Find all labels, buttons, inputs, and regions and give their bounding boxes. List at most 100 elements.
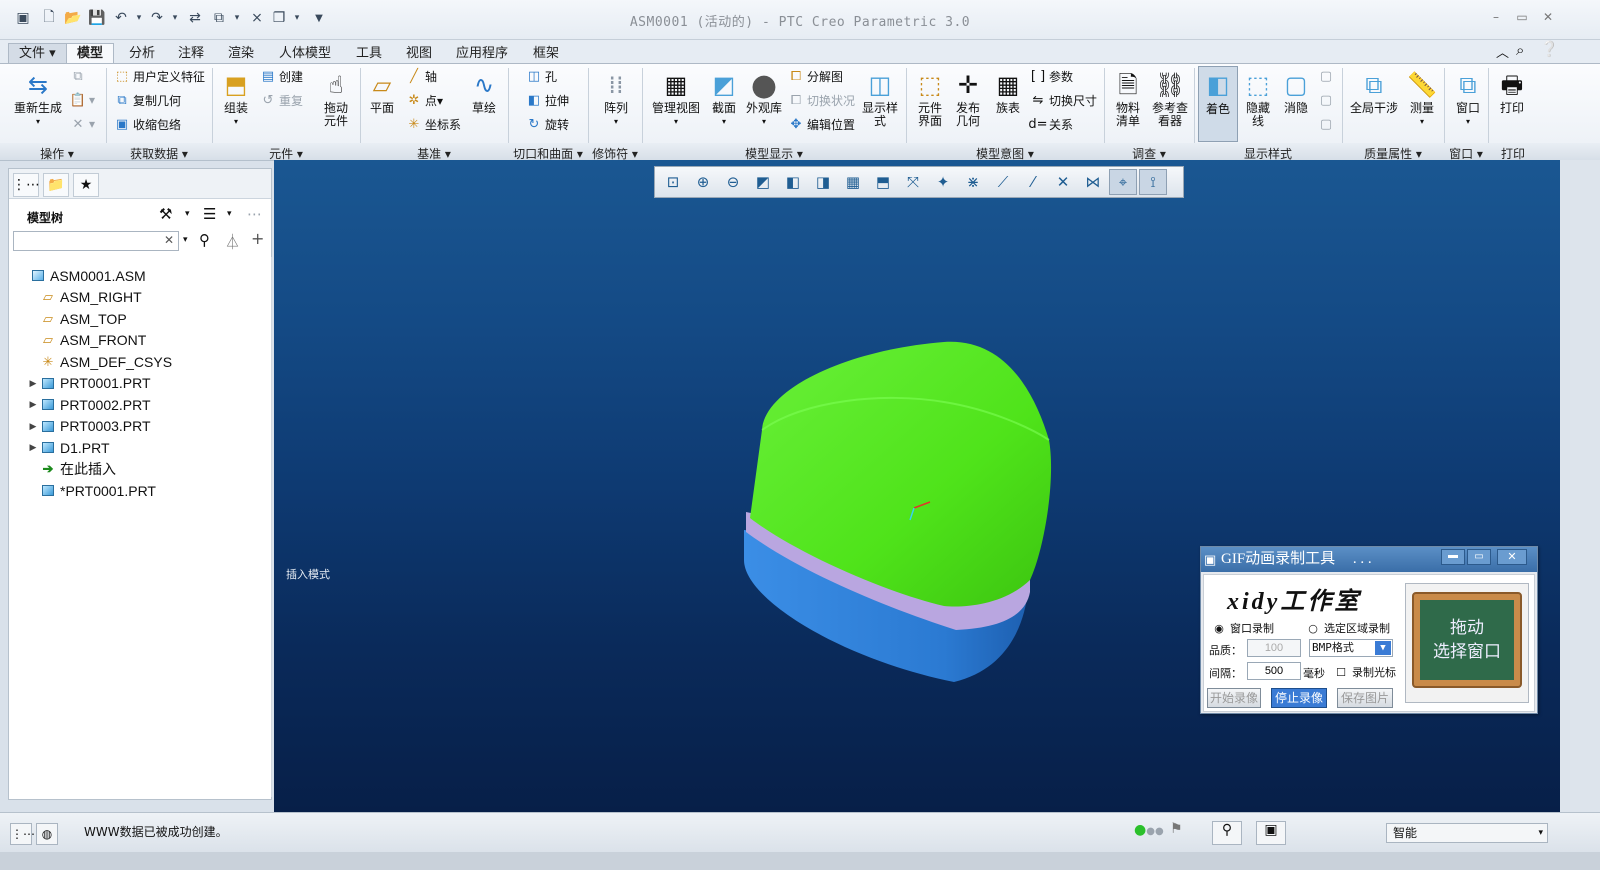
tree-item[interactable]: ▶ PRT0002.PRT: [27, 394, 151, 415]
group-get-data[interactable]: 获取数据 ▾: [106, 145, 212, 162]
tab-file[interactable]: 文件 ▾: [8, 43, 67, 64]
no-hidden-button[interactable]: ▢ 消隐: [1278, 68, 1314, 115]
drag-select-window-area[interactable]: 拖动 选择窗口: [1405, 583, 1529, 703]
section-button[interactable]: ◩ 截面 ▾: [706, 68, 742, 128]
tab-analysis[interactable]: 分析: [118, 43, 166, 64]
minimize-icon[interactable]: –: [1486, 10, 1506, 26]
global-interference-button[interactable]: ⧉ 全局干涉: [1348, 68, 1400, 115]
display-style-button[interactable]: ◫ 显示样 式: [860, 68, 900, 128]
tab-annotate[interactable]: 注释: [167, 43, 215, 64]
publish-geometry-button[interactable]: ✛ 发布 几何: [950, 68, 986, 128]
assemble-button[interactable]: ⬒ 组装 ▾: [216, 68, 256, 128]
tree-item[interactable]: *PRT0001.PRT: [27, 480, 156, 501]
expand-arrow-icon[interactable]: ▶: [27, 399, 39, 410]
tree-item[interactable]: ▱ ASM_RIGHT: [27, 287, 142, 308]
tab-render[interactable]: 渲染: [217, 43, 265, 64]
navigator-toggle-icon[interactable]: ⋮⋯: [10, 823, 35, 845]
copy-button[interactable]: ⧉: [70, 68, 89, 84]
tab-model[interactable]: 模型: [66, 43, 115, 64]
tab-framework[interactable]: 框架: [522, 43, 570, 64]
exploded-view-button[interactable]: ⧠ 分解图: [788, 68, 843, 85]
tree-item[interactable]: ▶ PRT0001.PRT: [27, 373, 151, 394]
close-icon[interactable]: ✕: [1538, 10, 1558, 26]
saved-orientations-icon[interactable]: ◨: [809, 169, 837, 195]
recorder-maximize-icon[interactable]: ▭: [1467, 549, 1491, 565]
search-icon[interactable]: ⌕: [1516, 41, 1524, 59]
recorder-minimize-icon[interactable]: ▬: [1441, 549, 1465, 565]
point-button[interactable]: ✲ 点 ▾: [406, 92, 444, 109]
tree-item[interactable]: ASM0001.ASM: [17, 265, 146, 286]
window-button[interactable]: ⧉ 窗口 ▾: [1450, 68, 1486, 128]
tree-item[interactable]: ➔ 在此插入: [27, 459, 116, 480]
group-operations[interactable]: 操作 ▾: [8, 145, 106, 162]
model-tree-tab-icon[interactable]: ⋮⋯: [12, 173, 40, 197]
repeat-button[interactable]: ↺ 重复: [260, 92, 303, 109]
shading-edges-button[interactable]: ▢: [1318, 92, 1337, 108]
tab-view[interactable]: 视图: [395, 43, 443, 64]
add-icon[interactable]: +: [251, 229, 264, 248]
repaint-icon[interactable]: ◩: [749, 169, 777, 195]
relations-button[interactable]: d= 关系: [1028, 116, 1073, 133]
csys-display-icon[interactable]: ✕: [1049, 169, 1077, 195]
component-interface-button[interactable]: ⬚ 元件 界面: [912, 68, 948, 128]
family-table-button[interactable]: ▦ 族表: [990, 68, 1026, 115]
tree-show-icon[interactable]: ⋯: [247, 205, 262, 223]
spin-center-icon[interactable]: ✦: [929, 169, 957, 195]
print-button[interactable]: 🖶 打印: [1494, 68, 1530, 115]
datum-axes-display-icon[interactable]: ⟋: [989, 169, 1017, 195]
view-manager-icon[interactable]: ▦: [839, 169, 867, 195]
tree-item[interactable]: ▱ ASM_TOP: [27, 308, 127, 329]
radio-region-record[interactable]: ○ 选定区域录制: [1305, 620, 1390, 636]
clear-search-icon[interactable]: ✕: [164, 233, 174, 247]
plane-button[interactable]: ▱ 平面: [364, 68, 400, 115]
expand-arrow-icon[interactable]: ▶: [27, 378, 39, 389]
tab-applications[interactable]: 应用程序: [445, 43, 519, 64]
flag-icon[interactable]: ⚑: [1170, 821, 1183, 837]
start-recording-button[interactable]: 开始录像: [1207, 688, 1261, 708]
tree-columns-dropdown-icon[interactable]: ▾: [227, 209, 232, 219]
shrinkwrap-button[interactable]: ▣ 收缩包络: [114, 116, 181, 133]
folder-browser-tab-icon[interactable]: 📁: [43, 173, 69, 197]
zoom-in-icon[interactable]: ⊕: [689, 169, 717, 195]
copy-geometry-button[interactable]: ⧉ 复制几何: [114, 92, 181, 109]
record-cursor-checkbox[interactable]: ☐ 录制光标: [1333, 664, 1396, 680]
pattern-button[interactable]: ⁞⁞ 阵列 ▾: [598, 68, 634, 128]
annotation-display-icon[interactable]: ⤧: [899, 169, 927, 195]
connection-display-icon[interactable]: ⟟: [1139, 169, 1167, 195]
shading-reflections-button[interactable]: ▢: [1318, 116, 1337, 132]
regenerate-button[interactable]: ⇆ 重新生成 ▾: [12, 68, 64, 128]
graphics-viewport[interactable]: ⊡ ⊕ ⊖ ◩ ◧ ◨ ▦ ⬒ ⤧ ✦ ⋇ ⟋ ⁄ ✕ ⋈ ⌖ ⟟ 插入模式: [274, 160, 1560, 812]
browser-toggle-icon[interactable]: ◍: [36, 823, 58, 845]
hidden-line-button[interactable]: ⬚ 隐藏 线: [1240, 68, 1276, 128]
quality-input[interactable]: [1247, 639, 1301, 657]
help-icon[interactable]: ❔: [1540, 40, 1559, 58]
parameters-button[interactable]: [ ] 参数: [1030, 68, 1073, 85]
search-dropdown-icon[interactable]: ▾: [183, 235, 188, 245]
user-defined-feature-button[interactable]: ⬚ 用户定义特征: [114, 68, 205, 85]
manage-views-button[interactable]: ▦ 管理视图 ▾: [648, 68, 704, 128]
axis-button[interactable]: ╱ 轴: [406, 68, 437, 85]
radio-window-record[interactable]: ◉ 窗口录制: [1211, 620, 1274, 636]
paste-button[interactable]: 📋 ▾: [70, 92, 95, 108]
interval-input[interactable]: [1247, 662, 1301, 680]
filter-icon[interactable]: ⏃: [225, 231, 240, 252]
format-select[interactable]: BMP格式 ▼: [1309, 639, 1393, 657]
wireframe-button[interactable]: ▢: [1318, 68, 1337, 84]
appearance-gallery-button[interactable]: ● 外观库 ▾: [744, 68, 784, 128]
tree-item[interactable]: ▱ ASM_FRONT: [27, 330, 146, 351]
csys-button[interactable]: ✳ 坐标系: [406, 116, 461, 133]
drag-components-button[interactable]: ☝ 拖动 元件: [316, 68, 356, 128]
refit-icon[interactable]: ⊡: [659, 169, 687, 195]
create-button[interactable]: ▤ 创建: [260, 68, 303, 85]
sketch-button[interactable]: ∿ 草绘: [466, 68, 502, 115]
delete-button[interactable]: ✕ ▾: [70, 116, 95, 132]
zoom-out-icon[interactable]: ⊖: [719, 169, 747, 195]
datum-planes-display-icon[interactable]: ⋇: [959, 169, 987, 195]
tree-columns-icon[interactable]: ☰: [203, 205, 216, 223]
select-box-icon[interactable]: ▣: [1256, 821, 1286, 845]
tree-settings-icon[interactable]: ⚒: [159, 205, 172, 223]
tree-item[interactable]: ▶ PRT0003.PRT: [27, 416, 151, 437]
recorder-close-icon[interactable]: ✕: [1497, 549, 1527, 565]
find-binoculars-icon[interactable]: ⚲: [199, 231, 210, 249]
expand-arrow-icon[interactable]: ▶: [27, 421, 39, 432]
